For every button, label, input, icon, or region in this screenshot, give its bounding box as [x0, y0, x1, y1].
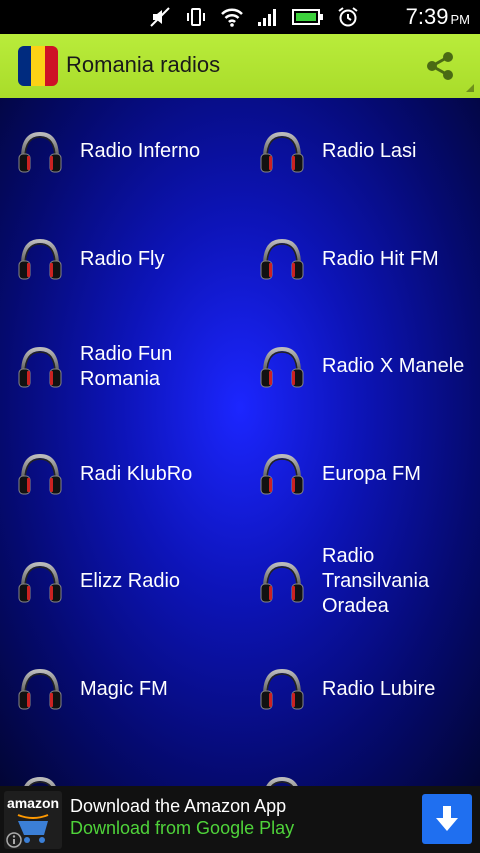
station-item[interactable]: Europa FM — [242, 421, 480, 528]
headphones-icon — [258, 450, 306, 498]
station-item[interactable]: Radio Fly — [0, 206, 240, 313]
headphones-icon — [258, 128, 306, 176]
ad-title: Download the Amazon App — [70, 796, 287, 816]
ad-subtitle: Download from Google Play — [70, 818, 295, 838]
station-label: Radio Inferno — [80, 140, 201, 162]
share-icon — [427, 52, 453, 80]
clock-time: 7:39 — [405, 4, 449, 29]
app-title: Romania radios — [66, 52, 221, 77]
station-item[interactable]: Magic FM — [0, 636, 240, 743]
station-label: Radio Fun Romania — [80, 342, 173, 390]
status-bar: 7:39 PM — [0, 0, 480, 34]
headphones-icon — [16, 450, 64, 498]
mute-icon — [148, 5, 172, 29]
headphones-icon — [258, 773, 306, 786]
station-item[interactable]: Radio Lasi — [242, 98, 480, 205]
station-item[interactable]: Radio X Manele — [242, 313, 480, 420]
station-label: Radio Hit FM — [322, 247, 439, 270]
headphones-icon — [258, 343, 306, 391]
station-item[interactable]: Radio Lubire — [242, 636, 480, 743]
clock: 7:39 PM — [406, 5, 470, 32]
station-label: Radio Lasi — [322, 140, 417, 162]
headphones-icon — [258, 665, 306, 713]
station-item[interactable]: Radio Hit FM — [242, 206, 480, 313]
station-label: Radi KlubRo — [80, 462, 193, 485]
ad-banner[interactable]: amazon Download the Amazon App Download … — [0, 786, 480, 853]
station-item[interactable]: Elizz Radio — [0, 528, 240, 635]
vibrate-icon — [184, 5, 208, 29]
download-arrow-icon — [436, 806, 458, 831]
alarm-icon — [336, 5, 360, 29]
romania-flag-icon[interactable] — [18, 46, 58, 86]
headphones-icon — [258, 235, 306, 283]
station-item[interactable]: Radio Inferno — [0, 98, 240, 205]
station-label: Radio Fly — [80, 247, 165, 270]
station-label: Europa FM — [322, 462, 421, 485]
overflow-indicator — [466, 84, 474, 92]
station-label: Magic FM — [80, 677, 168, 700]
info-icon[interactable] — [6, 832, 22, 848]
station-item[interactable]: Radio Beat — [0, 743, 240, 786]
battery-icon — [292, 5, 324, 29]
wifi-icon — [220, 5, 244, 29]
download-button[interactable] — [422, 794, 472, 844]
clock-ampm: PM — [450, 12, 471, 27]
signal-icon — [256, 5, 280, 29]
station-grid: Radio Inferno Radio Lasi Radio Fly Radio… — [0, 98, 480, 786]
station-label: Elizz Radio — [80, 570, 181, 592]
station-label: Radio X Manele — [322, 355, 465, 377]
station-label: Radio Transilvania Oradea — [322, 545, 430, 617]
station-label: Radio Lubire — [322, 677, 436, 700]
status-icons — [148, 5, 360, 29]
station-item[interactable]: Radi KlubRo — [0, 421, 240, 528]
station-item[interactable]: Radio Transilvania Oradea — [242, 528, 480, 635]
station-item[interactable]: Drums.ro — [242, 743, 480, 786]
station-item[interactable]: Radio Fun Romania — [0, 313, 240, 420]
headphones-icon — [16, 128, 64, 176]
headphones-icon — [16, 558, 64, 606]
headphones-icon — [16, 343, 64, 391]
share-button[interactable] — [422, 48, 458, 84]
headphones-icon — [16, 665, 64, 713]
headphones-icon — [258, 558, 306, 606]
headphones-icon — [16, 235, 64, 283]
headphones-icon — [16, 773, 64, 786]
action-bar: Romania radios — [0, 34, 480, 98]
